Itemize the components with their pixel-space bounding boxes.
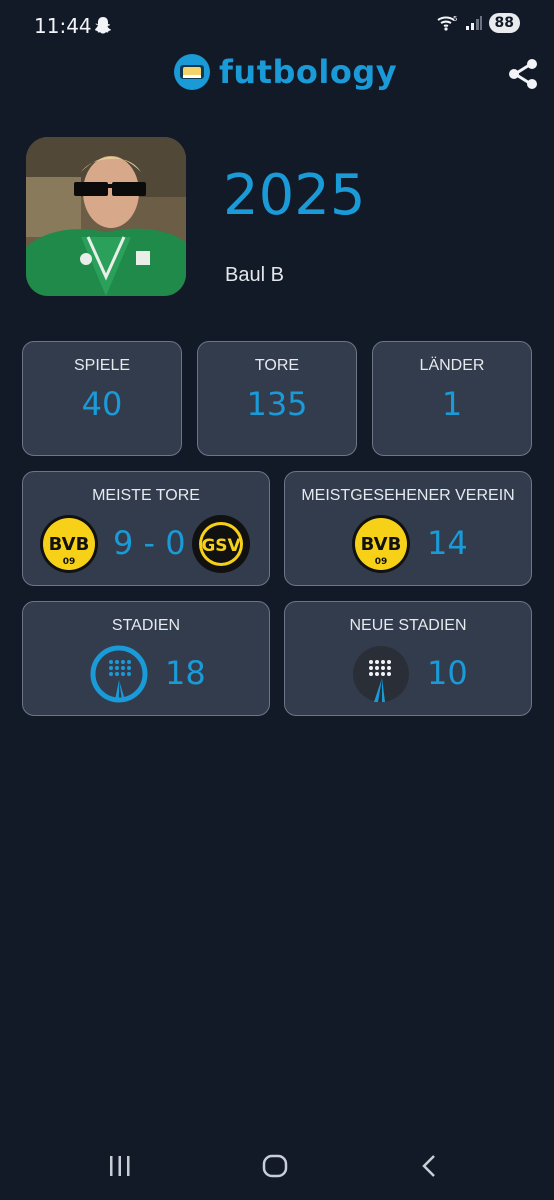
stat-label: TORE [254, 357, 300, 374]
gsv-crest-icon: GSV [192, 515, 250, 573]
stat-card-games[interactable]: SPIELE 40 [22, 341, 182, 456]
most-seen-club-card[interactable]: MEISTGESEHENER VEREIN BVB 09 14 [284, 471, 532, 586]
stat-value: 40 [81, 385, 123, 423]
stat-label: LÄNDER [419, 357, 485, 374]
avatar-image [26, 137, 186, 296]
home-icon [262, 1154, 288, 1178]
stadiums-label: STADIEN [111, 617, 181, 634]
home-button[interactable] [255, 1148, 295, 1184]
snapchat-icon [95, 17, 111, 34]
status-time: 11:44 [34, 14, 92, 38]
app-name: futbology [219, 53, 398, 91]
svg-text:09: 09 [63, 557, 76, 567]
top-score-result: 9 - 0 [113, 524, 186, 562]
user-name: Baul B [225, 264, 284, 286]
share-button[interactable] [504, 54, 542, 94]
battery-level: 88 [488, 13, 520, 33]
back-icon [422, 1155, 435, 1177]
svg-text:GSV: GSV [201, 536, 241, 556]
stat-label: SPIELE [73, 357, 131, 374]
season-year: 2025 [223, 163, 366, 228]
new-stadiums-card[interactable]: NEUE STADIEN 10 [284, 601, 532, 716]
svg-text:BVB: BVB [49, 534, 90, 555]
app-logo: futbology [173, 53, 397, 91]
most-seen-label: MEISTGESEHENER VEREIN [301, 487, 515, 504]
stat-value: 135 [246, 385, 308, 423]
stat-card-countries[interactable]: LÄNDER 1 [372, 341, 532, 456]
svg-text:BVB: BVB [361, 534, 402, 555]
top-score-label: MEISTE TORE [92, 487, 200, 504]
system-nav-bar [0, 1132, 554, 1200]
stadiums-count: 18 [165, 654, 206, 692]
new-stadiums-label: NEUE STADIEN [349, 617, 467, 634]
stadiums-card[interactable]: STADIEN 18 [22, 601, 270, 716]
top-score-card[interactable]: MEISTE TORE BVB 09 9 - 0 GSV [22, 471, 270, 586]
bvb-crest-icon: BVB 09 [352, 515, 410, 573]
share-icon [509, 59, 537, 89]
svg-text:09: 09 [375, 557, 388, 567]
profile-avatar[interactable] [26, 137, 186, 296]
stat-value: 1 [441, 385, 463, 423]
recents-icon [110, 1156, 130, 1176]
signal-icon [465, 16, 482, 30]
futbology-logo-icon [174, 54, 210, 90]
bvb-crest-icon: BVB 09 [40, 515, 98, 573]
recents-button[interactable] [100, 1148, 140, 1184]
status-bar: 11:44 5 88 [0, 0, 554, 50]
stadium-icon [90, 645, 148, 703]
most-seen-count: 14 [427, 524, 468, 562]
wifi-icon: 5 [436, 15, 457, 31]
stat-card-goals[interactable]: TORE 135 [197, 341, 357, 456]
back-button[interactable] [410, 1148, 450, 1184]
network-type: 5 [453, 15, 457, 23]
new-stadiums-count: 10 [427, 654, 468, 692]
app-bar: futbology [0, 50, 554, 100]
new-stadium-icon [353, 646, 409, 702]
